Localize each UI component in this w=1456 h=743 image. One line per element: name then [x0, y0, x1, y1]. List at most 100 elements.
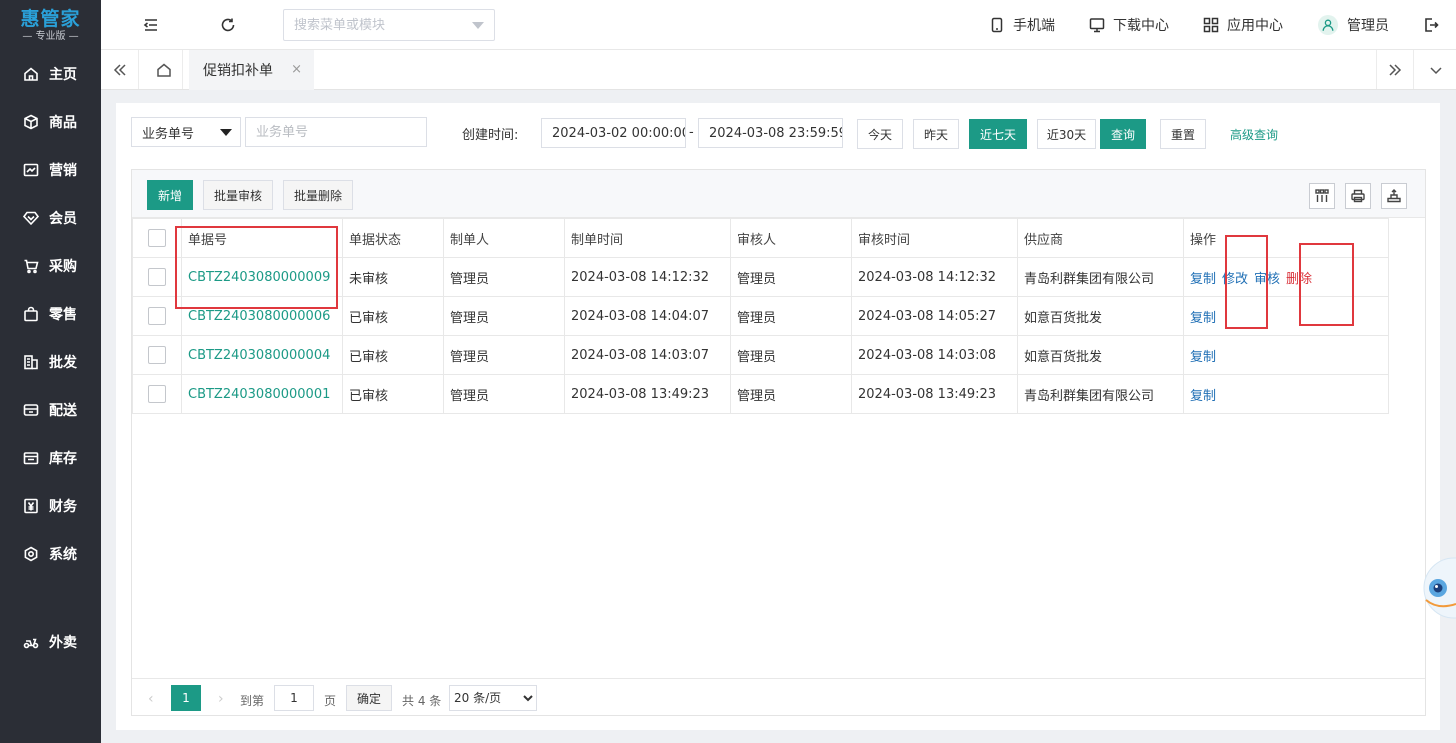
- reset-button[interactable]: 重置: [1160, 119, 1206, 149]
- status-cell: 已审核: [342, 335, 444, 375]
- sidebar-item-members[interactable]: 会员: [0, 198, 101, 238]
- creator-cell: 管理员: [443, 257, 565, 297]
- row-checkbox[interactable]: [148, 268, 166, 286]
- menu-collapse-icon[interactable]: [141, 15, 161, 35]
- logout-icon[interactable]: [1421, 15, 1441, 35]
- col-audit-time[interactable]: 审核时间: [851, 218, 1018, 258]
- row-checkbox[interactable]: [148, 346, 166, 364]
- download-center-link[interactable]: 下载中心: [1089, 15, 1169, 35]
- sidebar-item-label: 采购: [49, 259, 77, 275]
- batch-delete-button[interactable]: 批量删除: [283, 180, 353, 210]
- sidebar-item-marketing[interactable]: 营销: [0, 150, 101, 190]
- col-created-time[interactable]: 制单时间: [564, 218, 731, 258]
- search-type-select[interactable]: 业务单号: [131, 117, 241, 147]
- next-page-icon[interactable]: ›: [218, 691, 224, 707]
- advanced-query-link[interactable]: 高级查询: [1230, 126, 1278, 143]
- app-center-link[interactable]: 应用中心: [1203, 15, 1283, 35]
- query-button[interactable]: 查询: [1100, 119, 1146, 149]
- sidebar-item-purchase[interactable]: 采购: [0, 246, 101, 286]
- copy-link[interactable]: 复制: [1190, 350, 1216, 365]
- doc-no-link[interactable]: CBTZ2403080000006: [188, 309, 330, 324]
- doc-no-link[interactable]: CBTZ2403080000001: [188, 387, 330, 402]
- tab-label: 促销扣补单: [203, 63, 273, 79]
- creator-cell: 管理员: [443, 296, 565, 336]
- yesterday-button[interactable]: 昨天: [913, 119, 959, 149]
- keyword-input[interactable]: [246, 118, 426, 146]
- table-row[interactable]: CBTZ2403080000001 已审核 管理员 2024-03-08 13:…: [132, 374, 1389, 414]
- sidebar-item-inventory[interactable]: 库存: [0, 438, 101, 478]
- audit-link[interactable]: 审核: [1254, 272, 1280, 287]
- batch-audit-button[interactable]: 批量审核: [203, 180, 273, 210]
- today-button[interactable]: 今天: [857, 119, 903, 149]
- col-doc-no[interactable]: 单据号: [181, 218, 343, 258]
- goto-confirm-button[interactable]: 确定: [346, 685, 392, 711]
- select-all-checkbox[interactable]: [148, 229, 166, 247]
- creator-cell: 管理员: [443, 335, 565, 375]
- tabs-scroll-left-icon[interactable]: [101, 50, 139, 89]
- page-1-button[interactable]: 1: [171, 685, 201, 711]
- building-icon: [22, 353, 40, 371]
- pagination: ‹ 1 › 到第 页 确定 共 4 条 20 条/页: [132, 678, 1425, 716]
- delete-link[interactable]: 删除: [1286, 272, 1312, 287]
- doc-no-link[interactable]: CBTZ2403080000009: [188, 270, 330, 285]
- sidebar-item-takeout[interactable]: 外卖: [0, 622, 101, 662]
- sidebar-item-wholesale[interactable]: 批发: [0, 342, 101, 382]
- created-time-cell: 2024-03-08 14:03:07: [564, 335, 731, 375]
- home-tab-icon[interactable]: [145, 50, 183, 89]
- row-checkbox[interactable]: [148, 385, 166, 403]
- tabs-scroll-right-icon[interactable]: [1376, 50, 1414, 89]
- end-date-input[interactable]: [699, 119, 842, 147]
- keyword-field[interactable]: [245, 117, 427, 147]
- goto-page-input[interactable]: [274, 685, 314, 711]
- brand-logo: 惠管家 — 专业版 —: [0, 0, 101, 50]
- status-cell: 已审核: [342, 296, 444, 336]
- col-auditor[interactable]: 审核人: [730, 218, 852, 258]
- end-date-field[interactable]: [698, 118, 843, 148]
- edit-link[interactable]: 修改: [1222, 272, 1248, 287]
- refresh-icon[interactable]: [218, 15, 238, 35]
- col-creator[interactable]: 制单人: [443, 218, 565, 258]
- columns-icon[interactable]: [1309, 183, 1335, 209]
- print-icon[interactable]: [1345, 183, 1371, 209]
- col-supplier[interactable]: 供应商: [1017, 218, 1184, 258]
- table-row[interactable]: CBTZ2403080000006 已审核 管理员 2024-03-08 14:…: [132, 296, 1389, 336]
- prev-page-icon[interactable]: ‹: [148, 691, 154, 707]
- doc-no-link[interactable]: CBTZ2403080000004: [188, 348, 330, 363]
- page-size-select[interactable]: 20 条/页: [449, 685, 537, 711]
- new-button[interactable]: 新增: [147, 180, 193, 210]
- sidebar-item-delivery[interactable]: 配送: [0, 390, 101, 430]
- sidebar-item-label: 主页: [49, 67, 77, 83]
- export-icon[interactable]: [1381, 183, 1407, 209]
- sidebar-item-retail[interactable]: 零售: [0, 294, 101, 334]
- col-status[interactable]: 单据状态: [342, 218, 444, 258]
- sidebar-item-label: 零售: [49, 307, 77, 323]
- start-date-field[interactable]: [541, 118, 686, 148]
- copy-link[interactable]: 复制: [1190, 272, 1216, 287]
- actions-cell: 复制: [1183, 296, 1389, 336]
- sidebar-item-system[interactable]: 系统: [0, 534, 101, 574]
- last-30-days-button[interactable]: 近30天: [1037, 119, 1096, 149]
- sidebar-item-goods[interactable]: 商品: [0, 102, 101, 142]
- table-row[interactable]: CBTZ2403080000009 未审核 管理员 2024-03-08 14:…: [132, 257, 1389, 297]
- user-menu[interactable]: 管理员: [1318, 15, 1389, 35]
- avatar: [1318, 15, 1338, 35]
- app-center-label: 应用中心: [1227, 18, 1283, 34]
- mobile-link[interactable]: 手机端: [989, 15, 1055, 35]
- menu-search-select[interactable]: [283, 9, 495, 41]
- row-checkbox[interactable]: [148, 307, 166, 325]
- copy-link[interactable]: 复制: [1190, 311, 1216, 326]
- yen-icon: [22, 497, 40, 515]
- table-row[interactable]: CBTZ2403080000004 已审核 管理员 2024-03-08 14:…: [132, 335, 1389, 375]
- sidebar-item-finance[interactable]: 财务: [0, 486, 101, 526]
- start-date-input[interactable]: [542, 119, 685, 147]
- actions-cell: 复制: [1183, 374, 1389, 414]
- tab-promo-compensation[interactable]: 促销扣补单 ×: [189, 50, 314, 90]
- close-icon[interactable]: ×: [291, 62, 302, 77]
- tabs-menu-chevron-down-icon[interactable]: [1417, 50, 1455, 89]
- menu-search-input[interactable]: [284, 10, 454, 40]
- assistant-robot-icon[interactable]: [1420, 548, 1456, 628]
- sidebar-item-home[interactable]: 主页: [0, 54, 101, 94]
- tab-strip: 促销扣补单 ×: [101, 50, 1456, 90]
- copy-link[interactable]: 复制: [1190, 389, 1216, 404]
- last-7-days-button[interactable]: 近七天: [969, 119, 1027, 149]
